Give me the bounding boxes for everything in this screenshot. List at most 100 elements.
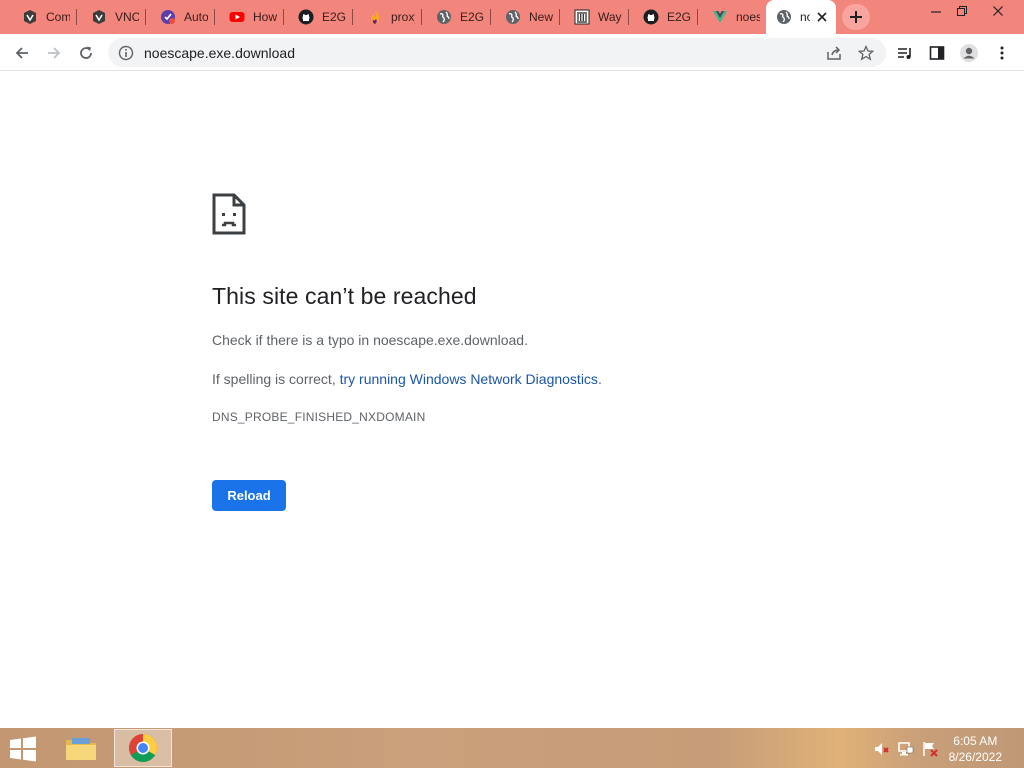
shield-icon — [160, 9, 176, 25]
new-tab-button[interactable] — [842, 4, 870, 30]
tab-strip: Comp VNC Auto How E2Gu proxy E2Gu New Wayb E2Gu no… — [0, 0, 1024, 34]
tab[interactable]: noes — [698, 4, 766, 30]
github-icon — [298, 9, 314, 25]
network-icon[interactable] — [898, 741, 914, 757]
menu-button[interactable] — [988, 39, 1016, 67]
flame-icon — [367, 9, 383, 25]
file-explorer-taskbar-button[interactable] — [52, 729, 110, 767]
restore-icon — [957, 6, 967, 16]
side-panel-icon — [929, 46, 945, 60]
close-icon — [993, 6, 1003, 16]
arrow-right-icon — [48, 47, 61, 59]
tab-title: Auto — [184, 10, 208, 24]
arrow-left-icon — [15, 47, 28, 59]
vnc-icon — [91, 9, 107, 25]
tab-title: E2Gu — [460, 10, 484, 24]
chrome-taskbar-button[interactable] — [114, 729, 172, 767]
tab-title: E2Gu — [667, 10, 691, 24]
tab-separator — [421, 9, 422, 25]
avatar-icon — [960, 44, 978, 62]
globe-icon — [776, 9, 792, 25]
tab-title: no — [800, 10, 810, 24]
tab-title: Comp — [46, 10, 70, 24]
error-code: DNS_PROBE_FINISHED_NXDOMAIN — [212, 410, 426, 424]
tab[interactable]: E2Gu — [284, 4, 352, 30]
tab-separator — [559, 9, 560, 25]
youtube-icon — [229, 9, 245, 25]
error-hint-typo: Check if there is a typo in noescape.exe… — [212, 332, 528, 348]
tab-separator — [283, 9, 284, 25]
tab-separator — [628, 9, 629, 25]
share-icon — [827, 46, 841, 60]
tab-title: Wayb — [598, 10, 622, 24]
close-window-button[interactable] — [984, 2, 1012, 20]
folder-icon — [66, 738, 96, 760]
start-button[interactable] — [8, 736, 38, 762]
profile-button[interactable] — [955, 39, 983, 67]
browser-toolbar: noescape.exe.download — [0, 34, 1024, 71]
playlist-icon — [898, 48, 911, 59]
clock-date: 8/26/2022 — [948, 750, 1002, 764]
clock-time: 6:05 AM — [953, 734, 998, 748]
tab-active[interactable]: no — [766, 0, 836, 34]
volume-muted-icon[interactable] — [874, 741, 890, 757]
back-button[interactable] — [8, 39, 36, 67]
network-diagnostics-link[interactable]: try running Windows Network Diagnostics — [340, 371, 598, 387]
minimize-icon — [931, 11, 941, 13]
globe-icon — [436, 9, 452, 25]
media-control-button[interactable] — [891, 39, 919, 67]
tab-title: How — [253, 10, 277, 24]
tab[interactable]: E2Gu — [629, 4, 697, 30]
github-icon — [643, 9, 659, 25]
tab[interactable]: How — [215, 4, 283, 30]
tab[interactable]: Comp — [8, 4, 76, 30]
system-clock[interactable]: 6:05 AM 8/26/2022 — [949, 733, 1002, 765]
minimize-button[interactable] — [922, 2, 950, 20]
vnc-icon — [22, 9, 38, 25]
close-tab-icon[interactable] — [814, 9, 830, 25]
action-center-flag-icon[interactable] — [922, 741, 938, 757]
tab[interactable]: New — [491, 4, 559, 30]
forward-button[interactable] — [40, 39, 68, 67]
tab-separator — [145, 9, 146, 25]
tab-separator — [490, 9, 491, 25]
tab[interactable]: E2Gu — [422, 4, 490, 30]
tab[interactable]: Auto — [146, 4, 214, 30]
archive-icon — [574, 9, 590, 25]
error-hint-diagnostics: If spelling is correct, try running Wind… — [212, 371, 602, 387]
tab-title: E2Gu — [322, 10, 346, 24]
side-panel-button[interactable] — [923, 39, 951, 67]
address-bar[interactable]: noescape.exe.download — [108, 38, 886, 67]
tab-title: proxy — [391, 10, 415, 24]
tab[interactable]: proxy — [353, 4, 421, 30]
bookmark-button[interactable] — [852, 39, 880, 67]
error-title: This site can’t be reached — [212, 283, 477, 309]
tab-title: New — [529, 10, 553, 24]
diagnostics-suffix: . — [597, 371, 602, 387]
star-icon — [858, 45, 874, 61]
reload-toolbar-button[interactable] — [72, 39, 100, 67]
tab-separator — [214, 9, 215, 25]
kebab-menu-icon — [1000, 46, 1004, 60]
tab-title: VNC — [115, 10, 139, 24]
taskbar: 6:05 AM 8/26/2022 — [0, 728, 1024, 768]
plus-icon — [850, 11, 862, 23]
vue-icon — [712, 9, 728, 25]
tab-separator — [697, 9, 698, 25]
diagnostics-prefix: If spelling is correct, — [212, 371, 340, 387]
restore-button[interactable] — [948, 2, 976, 20]
tab[interactable]: VNC — [77, 4, 145, 30]
globe-icon — [505, 9, 521, 25]
url-text: noescape.exe.download — [144, 44, 296, 61]
error-page: This site can’t be reached Check if ther… — [0, 71, 1024, 728]
tab[interactable]: Wayb — [560, 4, 628, 30]
tab-separator — [352, 9, 353, 25]
windows-logo-icon — [10, 736, 36, 762]
share-button[interactable] — [820, 39, 848, 67]
refresh-icon — [80, 46, 92, 59]
reload-button[interactable]: Reload — [212, 480, 286, 511]
tab-title: noes — [736, 10, 760, 24]
chrome-icon — [129, 734, 157, 762]
info-icon[interactable] — [112, 39, 140, 67]
sad-document-icon — [212, 193, 246, 235]
